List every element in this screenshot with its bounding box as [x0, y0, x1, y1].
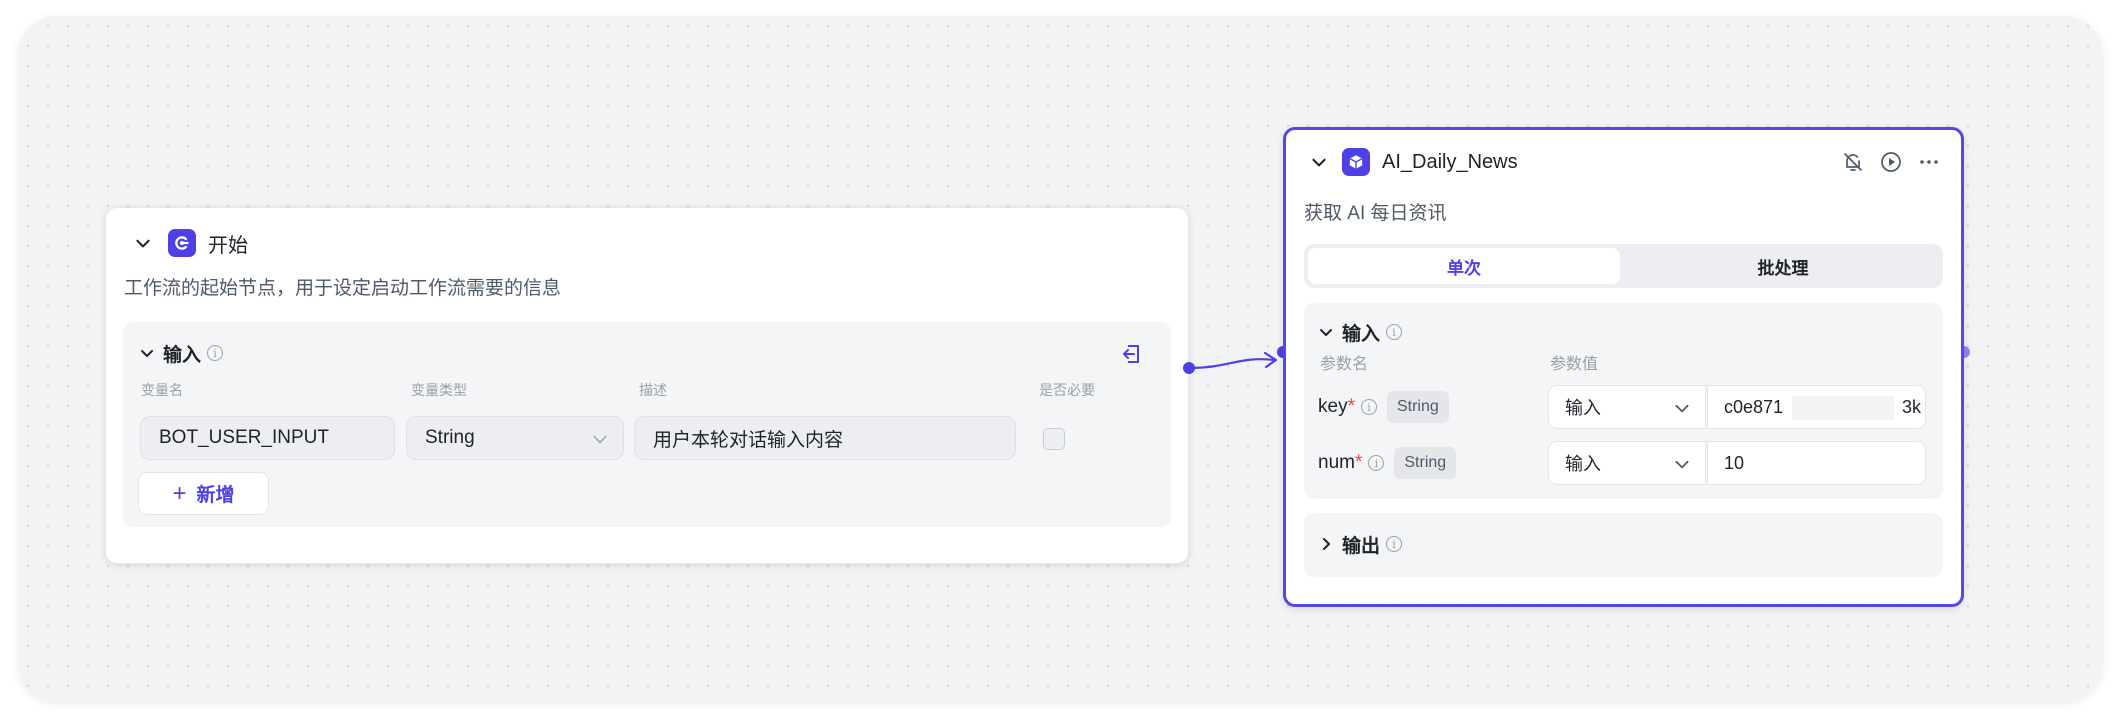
start-node-description: 工作流的起始节点，用于设定启动工作流需要的信息	[124, 278, 562, 299]
play-circle-icon[interactable]	[1879, 150, 1903, 174]
start-node-header: 开始	[130, 228, 248, 258]
param-value-tail: 3k	[1901, 396, 1921, 417]
ai-daily-news-node[interactable]: AI_Daily_News 获取 AI 每日资讯 单次 批处理 输入 i 参数名…	[1283, 127, 1964, 607]
param-source-select[interactable]: 输入	[1548, 441, 1706, 485]
info-icon[interactable]: i	[1386, 536, 1403, 552]
required-checkbox[interactable]	[1043, 428, 1065, 450]
news-input-panel: 输入 i 参数名 参数值 key * i String 输入 c0e871 3k	[1304, 303, 1943, 499]
connection-edge[interactable]	[1186, 348, 1291, 388]
start-input-panel: 输入 i 变量名 变量类型 描述 是否必要 BOT_USER_INPUT Str…	[123, 322, 1171, 527]
chevron-down-icon[interactable]	[1316, 322, 1336, 342]
add-variable-button[interactable]: + 新增	[138, 472, 269, 515]
variable-type-select[interactable]: String	[406, 416, 624, 460]
column-header-param-name: 参数名	[1320, 356, 1369, 373]
more-icon[interactable]	[1917, 150, 1941, 174]
start-node-title: 开始	[208, 234, 248, 257]
required-mark: *	[1354, 452, 1363, 473]
news-node-header: AI_Daily_News	[1306, 147, 1518, 177]
info-icon[interactable]: i	[1368, 455, 1385, 471]
column-header-param-value: 参数值	[1550, 356, 1599, 373]
redaction-mask	[1792, 396, 1894, 420]
param-value-input-num[interactable]: 10	[1707, 441, 1926, 485]
param-row-key: key * i String	[1318, 385, 1449, 429]
param-type-tag: String	[1386, 391, 1449, 423]
variable-name-input[interactable]: BOT_USER_INPUT	[140, 416, 395, 460]
param-type-tag: String	[1394, 447, 1457, 479]
param-name: key	[1318, 396, 1348, 417]
param-source-select[interactable]: 输入	[1548, 385, 1706, 429]
param-source-value: 输入	[1565, 454, 1601, 474]
chevron-down-icon	[593, 435, 607, 444]
info-icon[interactable]: i	[1386, 324, 1403, 340]
param-source-value: 输入	[1565, 398, 1601, 418]
column-header-description: 描述	[639, 382, 667, 398]
chevron-down-icon[interactable]	[130, 230, 156, 256]
run-mode-tabs: 单次 批处理	[1304, 244, 1943, 288]
exit-variable-icon[interactable]	[1119, 342, 1143, 366]
add-variable-label: 新增	[196, 485, 235, 506]
chevron-down-icon	[1675, 460, 1689, 469]
info-icon[interactable]: i	[1360, 399, 1377, 415]
start-node[interactable]: 开始 工作流的起始节点，用于设定启动工作流需要的信息 输入 i 变量名 变量类型…	[105, 207, 1189, 564]
input-section-title: 输入	[1342, 323, 1381, 345]
column-header-type: 变量类型	[411, 382, 467, 398]
column-header-required: 是否必要	[1039, 382, 1095, 398]
plugin-cube-icon	[1342, 148, 1370, 176]
param-value: c0e871	[1724, 396, 1784, 417]
news-node-actions	[1841, 150, 1941, 174]
news-input-header[interactable]: 输入 i	[1316, 319, 1403, 345]
chevron-right-icon[interactable]	[1316, 534, 1336, 554]
column-header-name: 变量名	[141, 382, 183, 398]
output-section-title: 输出	[1342, 535, 1381, 557]
news-node-description: 获取 AI 每日资讯	[1304, 203, 1447, 224]
tab-single[interactable]: 单次	[1308, 248, 1620, 284]
param-value-input-key[interactable]: c0e871 3k	[1707, 385, 1926, 429]
news-node-title: AI_Daily_News	[1382, 150, 1518, 173]
start-node-icon	[168, 229, 196, 257]
plus-icon: +	[172, 479, 187, 507]
param-name: num	[1318, 452, 1355, 473]
chevron-down-icon[interactable]	[1306, 149, 1332, 175]
workflow-canvas[interactable]: 开始 工作流的起始节点，用于设定启动工作流需要的信息 输入 i 变量名 变量类型…	[18, 16, 2103, 702]
info-icon[interactable]: i	[207, 345, 224, 361]
bell-off-icon[interactable]	[1841, 150, 1865, 174]
news-output-header[interactable]: 输出 i	[1316, 531, 1403, 557]
required-mark: *	[1347, 396, 1355, 417]
news-output-panel[interactable]: 输出 i	[1304, 513, 1943, 577]
chevron-down-icon[interactable]	[137, 343, 157, 363]
variable-type-value: String	[425, 427, 475, 448]
tab-batch[interactable]: 批处理	[1627, 248, 1939, 284]
chevron-down-icon	[1675, 404, 1689, 413]
variable-description-input[interactable]: 用户本轮对话输入内容	[634, 416, 1016, 460]
param-row-num: num * i String	[1318, 441, 1457, 485]
start-input-header[interactable]: 输入 i	[137, 340, 224, 366]
input-section-title: 输入	[163, 344, 202, 366]
